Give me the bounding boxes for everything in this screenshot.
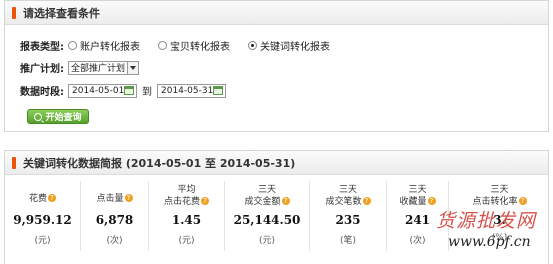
metric-value: 25,144.50 [233,213,301,227]
metric-unit: (元) [34,236,51,246]
date-from-value: 2014-05-01 [72,85,125,96]
watermark-text: 货源批发网 [436,210,537,232]
radio-keyword-report-label: 关键词转化报表 [260,42,330,53]
search-icon [34,112,43,121]
metric-unit: (元) [178,236,195,246]
metric-unit: (笔) [339,236,357,246]
help-icon[interactable]: ? [201,197,209,205]
calendar-icon[interactable] [124,86,134,95]
metric-value: 235 [335,213,361,227]
summary-panel-header: 关键词转化数据简报 (2014-05-01 至 2014-05-31) [5,151,548,175]
metric-label: 花费 [28,194,47,204]
metric-3day-gmv: 三天成交金额? 25,144.50 (元) [225,181,310,251]
metric-avg-cpc: 平均点击花费? 1.45 (元) [149,181,225,251]
metric-label-top: 平均 [177,185,196,195]
metric-value: 9,959.12 [13,213,72,227]
radio-circle-icon[interactable] [68,41,77,50]
radio-circle-icon[interactable] [158,41,167,50]
watermark-url: www.6pf.cn [448,234,531,250]
plan-row: 推广计划: 全部推广计划 [20,60,140,75]
metric-unit: (次) [106,236,123,246]
metric-label: 点击量 [96,194,124,204]
help-icon[interactable]: ? [48,194,56,202]
search-button-label: 开始查询 [45,113,82,123]
date-to-input[interactable]: 2014-05-31 [157,83,226,98]
metric-cost: 花费? 9,959.12 (元) [5,181,81,251]
calendar-icon[interactable] [213,86,223,95]
metric-label: 成交笔数 [325,197,362,207]
report-type-label: 报表类型: [20,42,64,53]
query-panel: 请选择查看条件 报表类型: 账户转化报表 宝贝转化报表 关键词转化报表 推广计划… [4,0,549,132]
metric-3day-orders: 三天成交笔数? 235 (笔) [310,181,387,251]
plan-select-value: 全部推广计划 [71,64,126,74]
metric-value: 1.45 [171,213,202,227]
plan-select[interactable]: 全部推广计划 [68,60,140,75]
help-icon[interactable]: ? [281,197,290,205]
radio-item-report[interactable]: 宝贝转化报表 [158,38,230,53]
search-button[interactable]: 开始查询 [27,109,89,124]
metric-label: 收藏量 [399,197,427,207]
metric-label-top: 三天 [257,185,276,195]
header-accent-bar [12,157,16,169]
period-row: 数据时段: 2014-05-01 到 2014-05-31 [20,83,226,98]
query-panel-header: 请选择查看条件 [5,1,548,25]
date-separator: 到 [142,87,152,98]
metric-label: 成交金额 [244,197,281,207]
radio-keyword-report[interactable]: 关键词转化报表 [248,38,330,53]
summary-panel-title: 关键词转化数据简报 (2014-05-01 至 2014-05-31) [23,157,296,170]
help-icon[interactable]: ? [362,197,371,205]
help-icon[interactable]: ? [427,197,436,205]
chevron-down-icon[interactable] [127,61,139,74]
metric-value: 6,878 [95,213,134,227]
header-accent-bar [12,7,16,19]
metric-label-top: 三天 [490,185,509,195]
plan-label: 推广计划: [20,64,64,75]
report-type-row: 报表类型: 账户转化报表 宝贝转化报表 关键词转化报表 [20,38,348,53]
radio-item-report-label: 宝贝转化报表 [170,42,230,53]
radio-selected-icon[interactable] [248,41,257,50]
help-icon[interactable]: ? [518,197,527,205]
metric-label-top: 三天 [408,185,427,195]
query-panel-title: 请选择查看条件 [23,7,100,20]
period-label: 数据时段: [20,87,64,98]
metric-unit: (元) [258,236,276,246]
date-from-input[interactable]: 2014-05-01 [68,83,137,98]
metric-unit: (次) [409,236,426,246]
radio-account-report-label: 账户转化报表 [80,42,140,53]
radio-account-report[interactable]: 账户转化报表 [68,38,140,53]
metric-clicks: 点击量? 6,878 (次) [81,181,149,251]
help-icon[interactable]: ? [124,194,133,202]
metric-label-top: 三天 [338,185,357,195]
metric-label: 点击花费 [163,197,200,207]
date-to-value: 2014-05-31 [161,85,214,96]
